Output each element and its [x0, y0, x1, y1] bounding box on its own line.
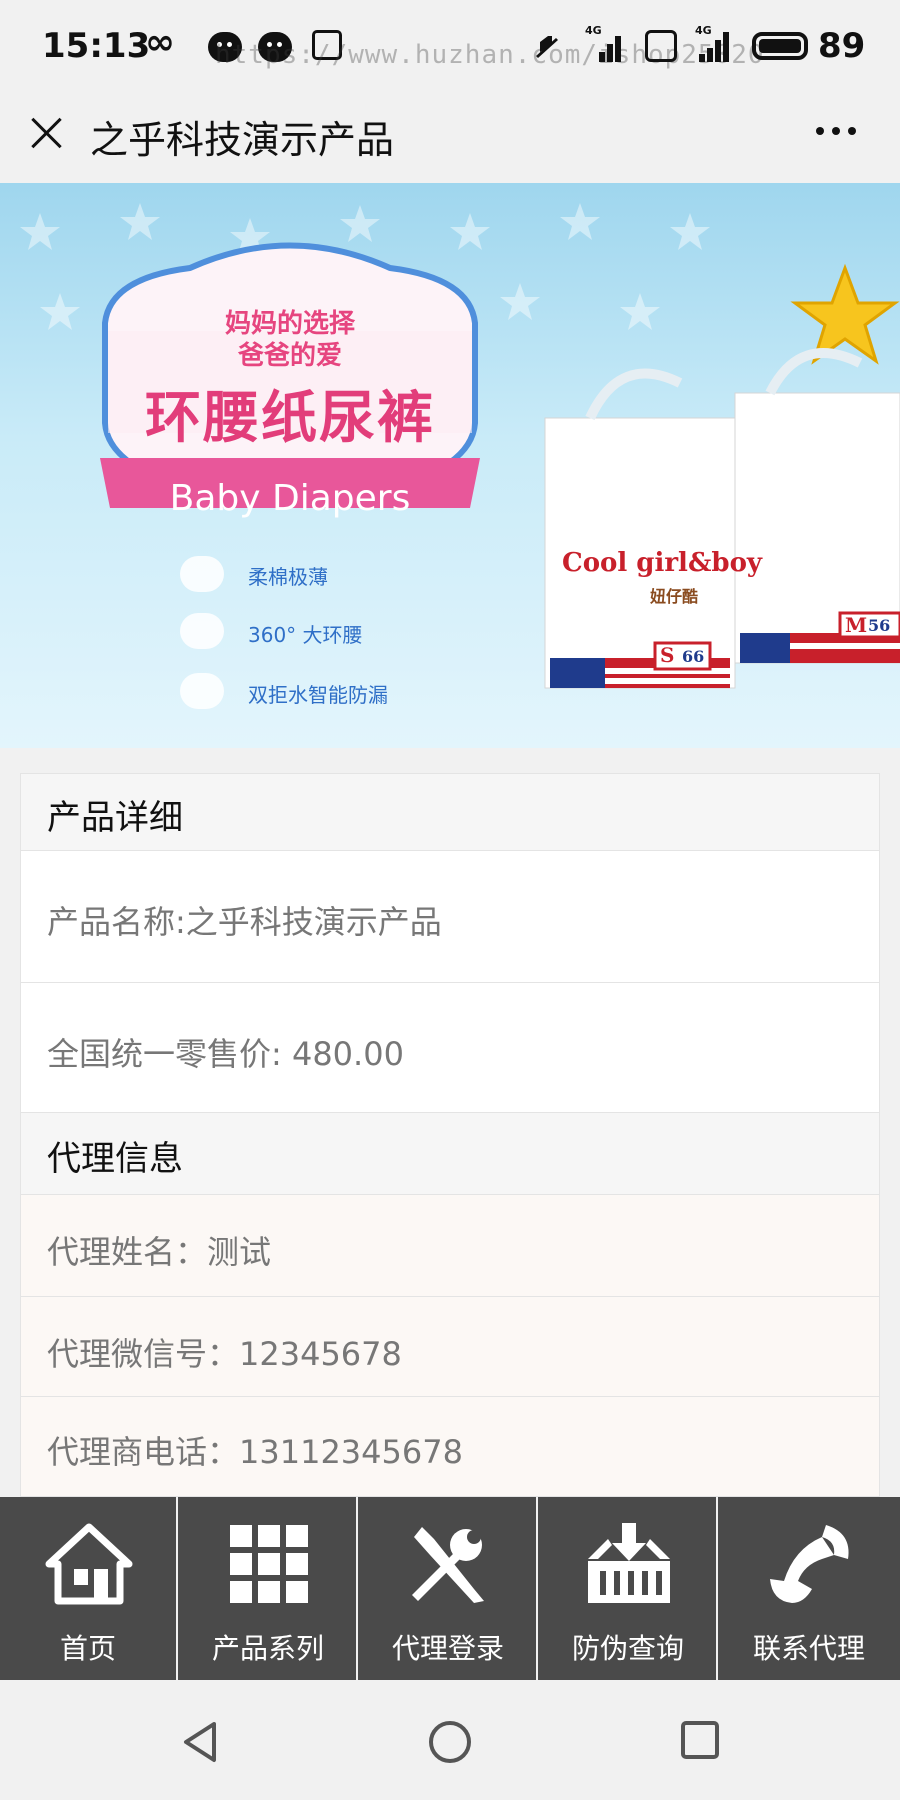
pack-brand: Cool girl&boy: [562, 548, 763, 578]
agent-heading-text: 代理信息: [47, 1139, 183, 1179]
product-section-heading: 产品详细: [20, 773, 880, 851]
agent-section-heading: 代理信息: [20, 1113, 880, 1195]
nav-contact-agent-label: 联系代理: [752, 1632, 865, 1665]
feature-1: 柔棉极薄: [248, 565, 328, 589]
agent-phone-row: 代理商电话：13112345678: [20, 1397, 880, 1497]
pack-count-s: 66: [682, 647, 705, 666]
agent-wechat: 代理微信号：12345678: [47, 1335, 402, 1373]
more-icon[interactable]: [812, 127, 862, 139]
mute-icon: [536, 36, 558, 58]
agent-phone[interactable]: 代理商电话：13112345678: [47, 1427, 463, 1473]
nav-home-label: 首页: [59, 1632, 116, 1665]
tools-icon: [412, 1527, 484, 1603]
product-name: 产品名称:之乎科技演示产品: [47, 903, 442, 941]
drop-icon: [180, 673, 224, 709]
status-bar: 15:13 ∞ https://www.huzhan.com/ishop2502…: [0, 0, 900, 95]
agent-wechat-row: 代理微信号：12345678: [20, 1297, 880, 1397]
title-bar: 之乎科技演示产品: [0, 95, 900, 184]
agent-name-row: 代理姓名：测试: [20, 1195, 880, 1297]
signal-icon-2: 4G: [695, 24, 735, 62]
product-banner: 妈妈的选择 爸爸的爱 环腰纸尿裤 Baby Diapers 柔棉极薄 360° …: [0, 183, 900, 748]
pack-size-m: M: [845, 613, 868, 637]
product-name-row: 产品名称:之乎科技演示产品: [20, 851, 880, 983]
feature-2: 360° 大环腰: [248, 623, 363, 647]
signal-icon: 4G: [585, 24, 625, 62]
nav-products-label: 产品系列: [211, 1632, 324, 1665]
basket-icon: [588, 1523, 670, 1603]
product-price: 全国统一零售价: 480.00: [47, 1035, 404, 1073]
nav-agent-login-label: 代理登录: [391, 1632, 504, 1665]
nav-products[interactable]: 产品系列: [180, 1497, 358, 1680]
product-price-row: 全国统一零售价: 480.00: [20, 983, 880, 1113]
system-nav-bar: [0, 1680, 900, 1800]
home-icon: [45, 1523, 133, 1605]
feature-3: 双拒水智能防漏: [248, 683, 388, 707]
wifi-icon: [645, 30, 677, 62]
agent-name: 代理姓名：测试: [47, 1233, 272, 1271]
pack-size-s: S: [660, 643, 675, 667]
product-heading-text: 产品详细: [47, 798, 183, 838]
bottom-nav: 首页 产品系列 代理登录 防伪查询 联系代理: [0, 1497, 900, 1680]
cotton-icon: [180, 556, 224, 592]
nav-anti-fake[interactable]: 防伪查询: [540, 1497, 718, 1680]
home-circle-icon[interactable]: [428, 1720, 472, 1764]
close-icon[interactable]: [28, 113, 64, 149]
phone-icon: [770, 1525, 849, 1603]
battery-level: 89: [818, 26, 866, 66]
back-icon[interactable]: [180, 1720, 220, 1764]
infinity-icon: ∞: [145, 22, 175, 63]
pack-sub: 妞仔酷: [650, 587, 699, 606]
status-time: 15:13: [42, 26, 151, 66]
grid-icon: [230, 1525, 308, 1603]
nav-home[interactable]: 首页: [0, 1497, 178, 1680]
nav-contact-agent[interactable]: 联系代理: [720, 1497, 898, 1680]
nav-anti-fake-label: 防伪查询: [571, 1632, 684, 1665]
diaper-icon: [180, 613, 224, 649]
recents-icon[interactable]: [680, 1720, 720, 1760]
nav-agent-login[interactable]: 代理登录: [360, 1497, 538, 1680]
battery-icon: [752, 32, 808, 60]
watermark-text: https://www.huzhan.com/ishop25020: [215, 40, 765, 70]
badge-main-text: 环腰纸尿裤: [145, 386, 435, 451]
badge-line-2: 爸爸的爱: [237, 341, 342, 371]
pack-count-m: 56: [868, 616, 891, 635]
page-title: 之乎科技演示产品: [90, 118, 395, 162]
product-badge: 妈妈的选择 爸爸的爱 环腰纸尿裤 Baby Diapers: [100, 283, 480, 543]
badge-ribbon-text: Baby Diapers: [169, 478, 411, 519]
